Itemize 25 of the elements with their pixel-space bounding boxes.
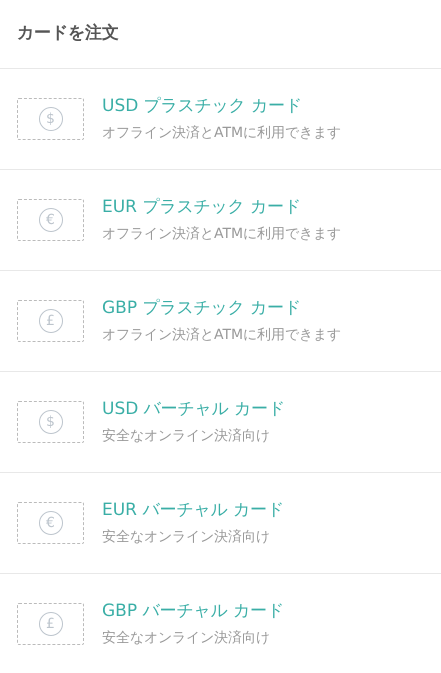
card-description: オフライン決済とATMに利用できます xyxy=(102,224,342,244)
card-placeholder-icon: £ xyxy=(17,603,84,645)
card-name: GBP プラスチック カード xyxy=(102,297,302,320)
card-description: 安全なオンライン決済向け xyxy=(102,426,271,446)
card-name: EUR プラスチック カード xyxy=(102,196,302,220)
card-placeholder-icon: £ xyxy=(17,300,84,342)
card-name: EUR バーチャル カード xyxy=(102,499,284,522)
card-option[interactable]: € EUR プラスチック カード オフライン決済とATMに利用できます xyxy=(0,169,441,270)
card-name: USD バーチャル カード xyxy=(102,398,286,422)
card-placeholder-icon: $ xyxy=(17,98,84,140)
card-placeholder-icon: € xyxy=(17,199,84,241)
card-option[interactable]: $ USD バーチャル カード 安全なオンライン決済向け xyxy=(0,371,441,472)
page-title: カードを注文 xyxy=(17,22,119,46)
card-description: オフライン決済とATMに利用できます xyxy=(102,124,342,143)
card-name: USD プラスチック カード xyxy=(102,95,304,118)
card-option[interactable]: € EUR バーチャル カード 安全なオンライン決済向け xyxy=(0,472,441,573)
card-name: GBP バーチャル カード xyxy=(102,600,284,624)
card-description: 安全なオンライン決済向け xyxy=(102,628,271,648)
card-placeholder-icon: € xyxy=(17,502,84,544)
card-option[interactable]: £ GBP バーチャル カード 安全なオンライン決済向け xyxy=(0,573,441,673)
card-option[interactable]: £ GBP プラスチック カード オフライン決済とATMに利用できます xyxy=(0,270,441,371)
card-description: オフライン決済とATMに利用できます xyxy=(102,326,342,345)
card-option[interactable]: $ USD プラスチック カード オフライン決済とATMに利用できます xyxy=(0,68,441,169)
card-description: 安全なオンライン決済向け xyxy=(102,528,271,547)
card-placeholder-icon: $ xyxy=(17,401,84,443)
